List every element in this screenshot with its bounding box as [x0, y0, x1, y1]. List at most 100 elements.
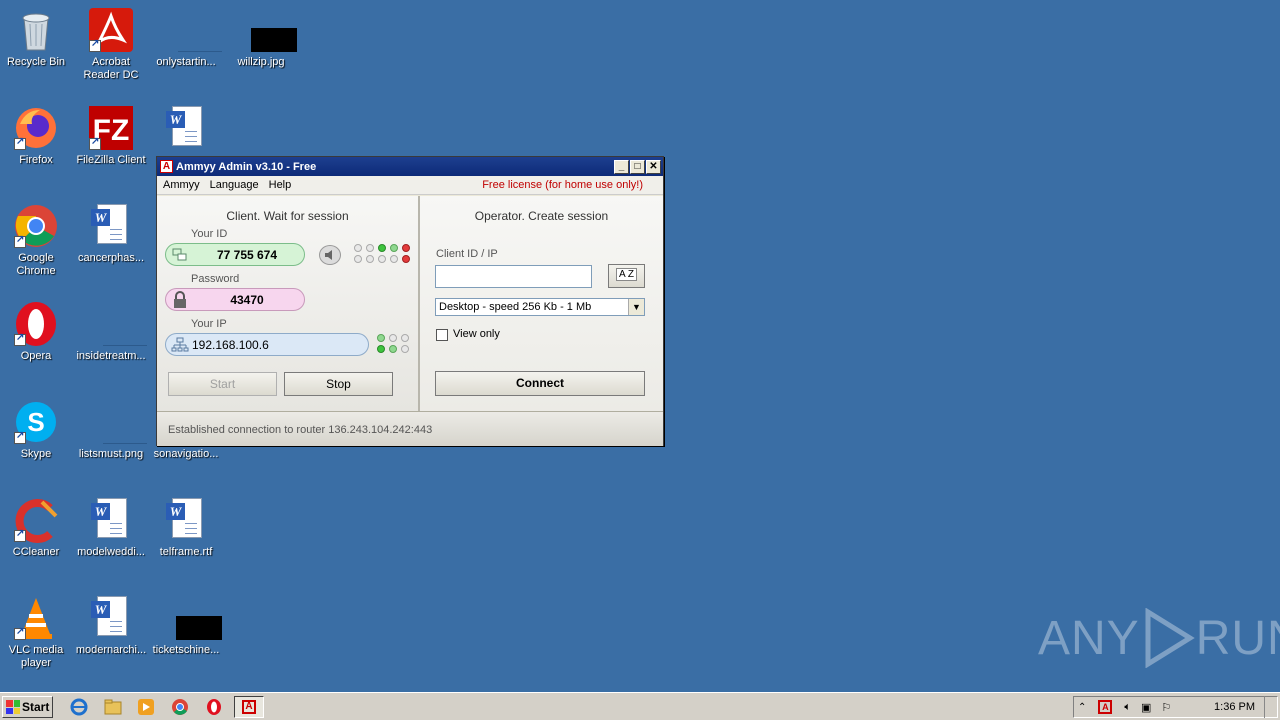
password-field: 43470: [165, 288, 305, 311]
view-only-checkbox[interactable]: [436, 329, 448, 341]
word-document-icon: W: [87, 496, 135, 544]
desktop-icon-ccleaner[interactable]: CCleaner: [0, 496, 74, 559]
shortcut-arrow-icon: [14, 332, 26, 346]
your-ip-field: 192.168.100.6: [165, 333, 369, 356]
ammyy-tray-icon[interactable]: A: [1098, 700, 1113, 714]
password-value: 43470: [230, 292, 264, 307]
your-id-label: Your ID: [191, 228, 228, 240]
ammyy-admin-window: A Ammyy Admin v3.10 - Free _ □ ✕ Ammyy L…: [156, 156, 664, 446]
client-pane-title: Client. Wait for session: [226, 209, 349, 223]
menu-ammyy[interactable]: Ammyy: [163, 179, 200, 191]
desktop-icon-filezilla[interactable]: FZ FileZilla Client: [73, 104, 149, 167]
menu-help[interactable]: Help: [269, 179, 292, 191]
window-title: Ammyy Admin v3.10 - Free: [176, 160, 317, 173]
lock-icon: [170, 290, 190, 310]
desktop-icon-skype[interactable]: S Skype: [0, 398, 74, 461]
ammyy-taskbar-icon: A: [242, 700, 256, 714]
media-player-icon[interactable]: [137, 698, 155, 716]
desktop-icon-recycle-bin[interactable]: Recycle Bin: [0, 6, 74, 69]
desktop-icon-modelweddi[interactable]: W modelweddi...: [73, 496, 149, 559]
speed-select-value: Desktop - speed 256 Kb - 1 Mb: [439, 301, 592, 313]
desktop-icon-vlc[interactable]: VLC media player: [0, 594, 74, 670]
firefox-icon: [12, 104, 60, 152]
windows-logo-icon: [6, 700, 20, 714]
minimize-button[interactable]: _: [614, 159, 629, 174]
speaker-icon[interactable]: [319, 245, 341, 265]
desktop-icon-willzip[interactable]: willzip.jpg: [223, 6, 299, 69]
network-tray-icon[interactable]: ▣: [1141, 701, 1151, 714]
desktop-icon-chrome[interactable]: Google Chrome: [0, 202, 74, 278]
recycle-bin-icon: [12, 6, 60, 54]
network-icon: [170, 335, 190, 355]
shortcut-arrow-icon: [14, 528, 26, 542]
taskbar: Start A ⌃ A 🔈︎ ▣ ⚐ 1:36 PM: [0, 692, 1280, 720]
desktop-icon-telframe[interactable]: W telframe.rtf: [148, 496, 224, 559]
desktop-icon-firefox[interactable]: Firefox: [0, 104, 74, 167]
watermark-text-right: RUN: [1195, 611, 1280, 665]
clock[interactable]: 1:36 PM: [1214, 701, 1255, 713]
title-bar[interactable]: A Ammyy Admin v3.10 - Free _ □ ✕: [157, 157, 663, 176]
image-file-icon: [87, 398, 147, 446]
explorer-folder-icon[interactable]: [104, 698, 122, 716]
desktop-icon-insidetreatm[interactable]: insidetreatm...: [73, 300, 149, 363]
image-file-icon: [162, 6, 222, 54]
desktop-icon-word-doc[interactable]: W: [148, 104, 224, 154]
anyrun-watermark: ANY RUN: [1038, 608, 1280, 668]
volume-icon[interactable]: 🔈︎: [1124, 701, 1131, 714]
connect-button[interactable]: Connect: [435, 371, 645, 396]
desktop-icon-opera[interactable]: Opera: [0, 300, 74, 363]
image-file-icon: [87, 300, 147, 348]
ip-status-leds: [377, 334, 410, 353]
ccleaner-icon: [12, 496, 60, 544]
your-id-value: 77 755 674: [216, 247, 278, 262]
status-leds: [354, 244, 411, 263]
taskbar-ammyy-button[interactable]: A: [234, 696, 264, 718]
image-file-icon: [237, 6, 297, 54]
your-ip-value: 192.168.100.6: [192, 337, 269, 352]
your-ip-label: Your IP: [191, 318, 227, 330]
client-id-input[interactable]: [435, 265, 592, 288]
maximize-button[interactable]: □: [630, 159, 645, 174]
desktop-icon-modernarchi[interactable]: W modernarchi...: [73, 594, 149, 657]
start-button[interactable]: Start: [168, 372, 277, 396]
action-center-flag-icon[interactable]: ⚐: [1161, 701, 1171, 714]
menu-bar: Ammyy Language Help Free license (for ho…: [157, 176, 663, 195]
svg-text:S: S: [27, 407, 44, 437]
ie-icon[interactable]: [70, 698, 88, 716]
close-button[interactable]: ✕: [646, 159, 661, 174]
view-only-label: View only: [453, 328, 500, 340]
license-text: Free license (for home use only!): [482, 179, 643, 191]
your-id-field: 77 755 674: [165, 243, 305, 266]
shortcut-arrow-icon: [14, 626, 26, 640]
desktop-icon-cancerphas[interactable]: W cancerphas...: [73, 202, 149, 265]
desktop-icon-onlystartin[interactable]: onlystartin...: [148, 6, 224, 69]
shortcut-arrow-icon: [89, 38, 101, 52]
show-desktop-button[interactable]: [1264, 696, 1278, 718]
desktop-icon-listsmust[interactable]: listsmust.png: [73, 398, 149, 461]
word-document-icon: W: [162, 104, 210, 152]
desktop-icon-acrobat[interactable]: Acrobat Reader DC: [73, 6, 149, 82]
speed-select[interactable]: Desktop - speed 256 Kb - 1 Mb ▼: [435, 298, 645, 316]
desktop-icon-ticketschine[interactable]: ticketschine...: [148, 594, 224, 657]
operator-pane: Operator. Create session Client ID / IP …: [420, 196, 663, 411]
acrobat-icon: [87, 6, 135, 54]
shortcut-arrow-icon: [14, 430, 26, 444]
menu-language[interactable]: Language: [210, 179, 259, 191]
show-hidden-icons-icon[interactable]: ⌃: [1078, 702, 1086, 713]
opera-taskbar-icon[interactable]: [205, 698, 223, 716]
filezilla-icon: FZ: [87, 104, 135, 152]
image-file-icon: [162, 594, 222, 642]
chrome-icon: [12, 202, 60, 250]
stop-button[interactable]: Stop: [284, 372, 393, 396]
chrome-taskbar-icon[interactable]: [171, 698, 189, 716]
start-label: Start: [22, 700, 50, 714]
address-book-button[interactable]: A Z: [608, 264, 645, 288]
opera-icon: [12, 300, 60, 348]
shortcut-arrow-icon: [89, 136, 101, 150]
password-label: Password: [191, 273, 240, 285]
watermark-text-left: ANY: [1038, 611, 1140, 665]
word-document-icon: W: [87, 202, 135, 250]
chevron-down-icon[interactable]: ▼: [628, 299, 644, 315]
play-logo-icon: [1145, 608, 1195, 668]
start-button[interactable]: Start: [2, 696, 53, 718]
